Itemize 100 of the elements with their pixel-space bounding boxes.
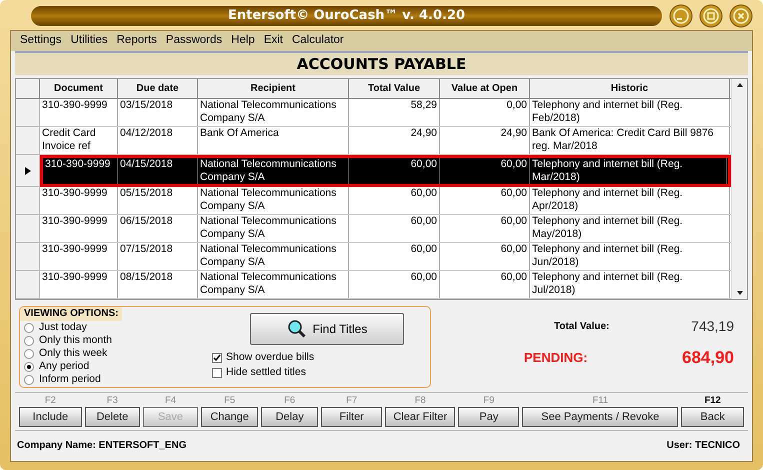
function-key-label: F2 [44, 394, 56, 407]
toolbar-button[interactable]: Clear Filter [385, 407, 456, 427]
menu-item[interactable]: Passwords [164, 32, 224, 50]
toolbar-button[interactable]: Delete [84, 407, 140, 427]
table-cell: National Telecommunications Company S/A [198, 215, 349, 242]
table-row[interactable]: 310-390-9999 05/15/2018 National Telecommunications Company S/A 60,00 60,00 Telephony and internet bill (Reg. Apr/2018) [40, 187, 731, 215]
table-cell: National Telecommunications Company S/A [198, 243, 349, 270]
row-pointer-icon [24, 166, 30, 174]
table-cell: 60,00 [440, 271, 530, 298]
checkbox[interactable] [212, 368, 222, 378]
table-cell: Telephony and internet bill (Reg. Jun/2018) [530, 243, 730, 270]
table-cell: 310-390-9999 [40, 271, 118, 298]
column-header[interactable]: Historic [530, 79, 730, 98]
toolbar-button[interactable]: Include [19, 407, 82, 427]
row-header-cell[interactable] [16, 187, 40, 215]
radio-button[interactable] [24, 362, 34, 372]
table-cell: Telephony and internet bill (Reg. Mar/2018) [530, 158, 727, 184]
table-cell: Telephony and internet bill (Reg. Apr/2018) [530, 187, 730, 214]
radio-button[interactable] [24, 348, 34, 358]
checkbox-label: Show overdue bills [226, 350, 314, 365]
radio-label: Only this week [39, 346, 108, 361]
function-key-label: F6 [284, 394, 296, 407]
scrollbar[interactable] [731, 79, 747, 299]
table-row[interactable]: Credit Card Invoice ref 04/12/2018 Bank Of America 24,90 24,90 Bank Of America: Credit Card Bill 9876 reg. Mar/2018 [40, 127, 731, 155]
pending-value: 684,90 [681, 347, 734, 369]
row-header-cell[interactable] [16, 127, 40, 155]
radio-button[interactable] [24, 374, 34, 384]
table-cell: 03/15/2018 [118, 99, 198, 126]
table-cell: 60,00 [349, 158, 440, 184]
function-key-label: F3 [106, 394, 118, 407]
table-cell: 310-390-9999 [40, 99, 118, 126]
pending-label: PENDING: [524, 349, 589, 367]
table-cell: National Telecommunications Company S/A [198, 99, 349, 126]
menu-item[interactable]: Reports [116, 32, 158, 50]
menu-item[interactable]: Exit [262, 32, 284, 50]
row-header-cell[interactable] [16, 155, 40, 187]
function-key-label: F11 [592, 394, 608, 407]
menu-item[interactable]: Settings [19, 32, 63, 50]
table-cell: Credit Card Invoice ref [40, 127, 118, 154]
table-cell: 0,00 [440, 99, 530, 126]
table-cell: 58,29 [349, 99, 440, 126]
table-row[interactable]: 310-390-9999 08/15/2018 National Telecommunications Company S/A 60,00 60,00 Telephony and internet bill (Reg. Jul/2018) [40, 271, 731, 299]
table-cell: 05/15/2018 [118, 187, 198, 214]
table-cell: Bank Of America: Credit Card Bill 9876 reg. Mar/2018 [530, 127, 730, 154]
toolbar-button[interactable]: Filter [321, 407, 382, 427]
table-cell: 60,00 [349, 243, 440, 270]
table-cell: National Telecommunications Company S/A [198, 187, 349, 214]
table-cell: 310-390-9999 [40, 215, 118, 242]
radio-button[interactable] [24, 336, 34, 346]
row-header-cell[interactable] [16, 99, 40, 127]
table-row[interactable]: 310-390-9999 06/15/2018 National Telecommunications Company S/A 60,00 60,00 Telephony and internet bill (Reg. May/2018) [40, 215, 731, 243]
table-cell: 60,00 [440, 215, 530, 242]
table-row[interactable]: 310-390-9999 07/15/2018 National Telecommunications Company S/A 60,00 60,00 Telephony and internet bill (Reg. Jun/2018) [40, 243, 731, 271]
window-title: Entersoft© OuroCash™ v. 4.0.20 [30, 5, 663, 27]
table-cell: 04/15/2018 [118, 158, 198, 184]
checkbox[interactable] [212, 352, 222, 362]
table-cell: 24,90 [440, 127, 530, 154]
table-cell: 60,00 [440, 187, 530, 214]
row-header-cell[interactable] [16, 215, 40, 243]
minimize-icon[interactable] [669, 4, 693, 28]
total-value-label: Total Value: [554, 320, 610, 334]
toolbar-button[interactable]: Pay [458, 407, 520, 427]
table-cell: 60,00 [349, 271, 440, 298]
table-row[interactable]: 310-390-9999 03/15/2018 National Telecommunications Company S/A 58,29 0,00 Telephony and internet bill (Reg. Feb/2018) [40, 99, 731, 127]
toolbar-button[interactable]: Delay [261, 407, 318, 427]
function-key-label: F7 [346, 394, 358, 407]
table-cell: 310-390-9999 [43, 158, 118, 184]
function-key-label: F4 [164, 394, 176, 407]
selected-row[interactable]: 310-390-9999 04/15/2018 National Telecommunications Company S/A 60,00 60,00 Telephony and internet bill (Reg. Mar/2018) [40, 155, 731, 187]
toolbar-button[interactable]: Back [681, 407, 744, 427]
menu-item[interactable]: Utilities [70, 32, 109, 50]
column-header[interactable]: Value at Open [440, 79, 530, 98]
find-titles-button[interactable]: Find Titles [250, 313, 404, 345]
page-heading: ACCOUNTS PAYABLE [15, 53, 748, 75]
close-icon[interactable] [729, 4, 753, 28]
column-header[interactable]: Recipient [198, 79, 349, 98]
table-cell: Telephony and internet bill (Reg. Jul/2018) [530, 271, 730, 298]
total-value: 743,19 [690, 317, 734, 336]
toolbar-button[interactable]: See Payments / Revoke [522, 407, 678, 427]
search-icon [286, 319, 307, 339]
row-header-cell[interactable] [16, 243, 40, 271]
table-cell: Bank Of America [198, 127, 349, 154]
radio-label: Inform period [39, 372, 101, 387]
row-header-cell[interactable] [16, 271, 40, 299]
column-header[interactable]: Total Value [349, 79, 440, 98]
toolbar-button[interactable]: Change [201, 407, 258, 427]
table-cell: 24,90 [349, 127, 440, 154]
menu-item[interactable]: Calculator [290, 32, 345, 50]
column-header[interactable]: Due date [118, 79, 198, 98]
menu-item[interactable]: Help [230, 32, 256, 50]
radio-button[interactable] [24, 322, 34, 332]
table-cell: 06/15/2018 [118, 215, 198, 242]
radio-label: Any period [39, 358, 90, 374]
column-header[interactable]: Document [40, 79, 118, 98]
maximize-icon[interactable] [699, 4, 723, 28]
table-cell: 07/15/2018 [118, 243, 198, 270]
table-cell: Telephony and internet bill (Reg. May/2018) [530, 215, 730, 242]
company-name: Company Name: ENTERSOFT_ENG [17, 438, 186, 452]
table-cell: 310-390-9999 [40, 243, 118, 270]
checkbox-label: Hide settled titles [226, 364, 306, 380]
